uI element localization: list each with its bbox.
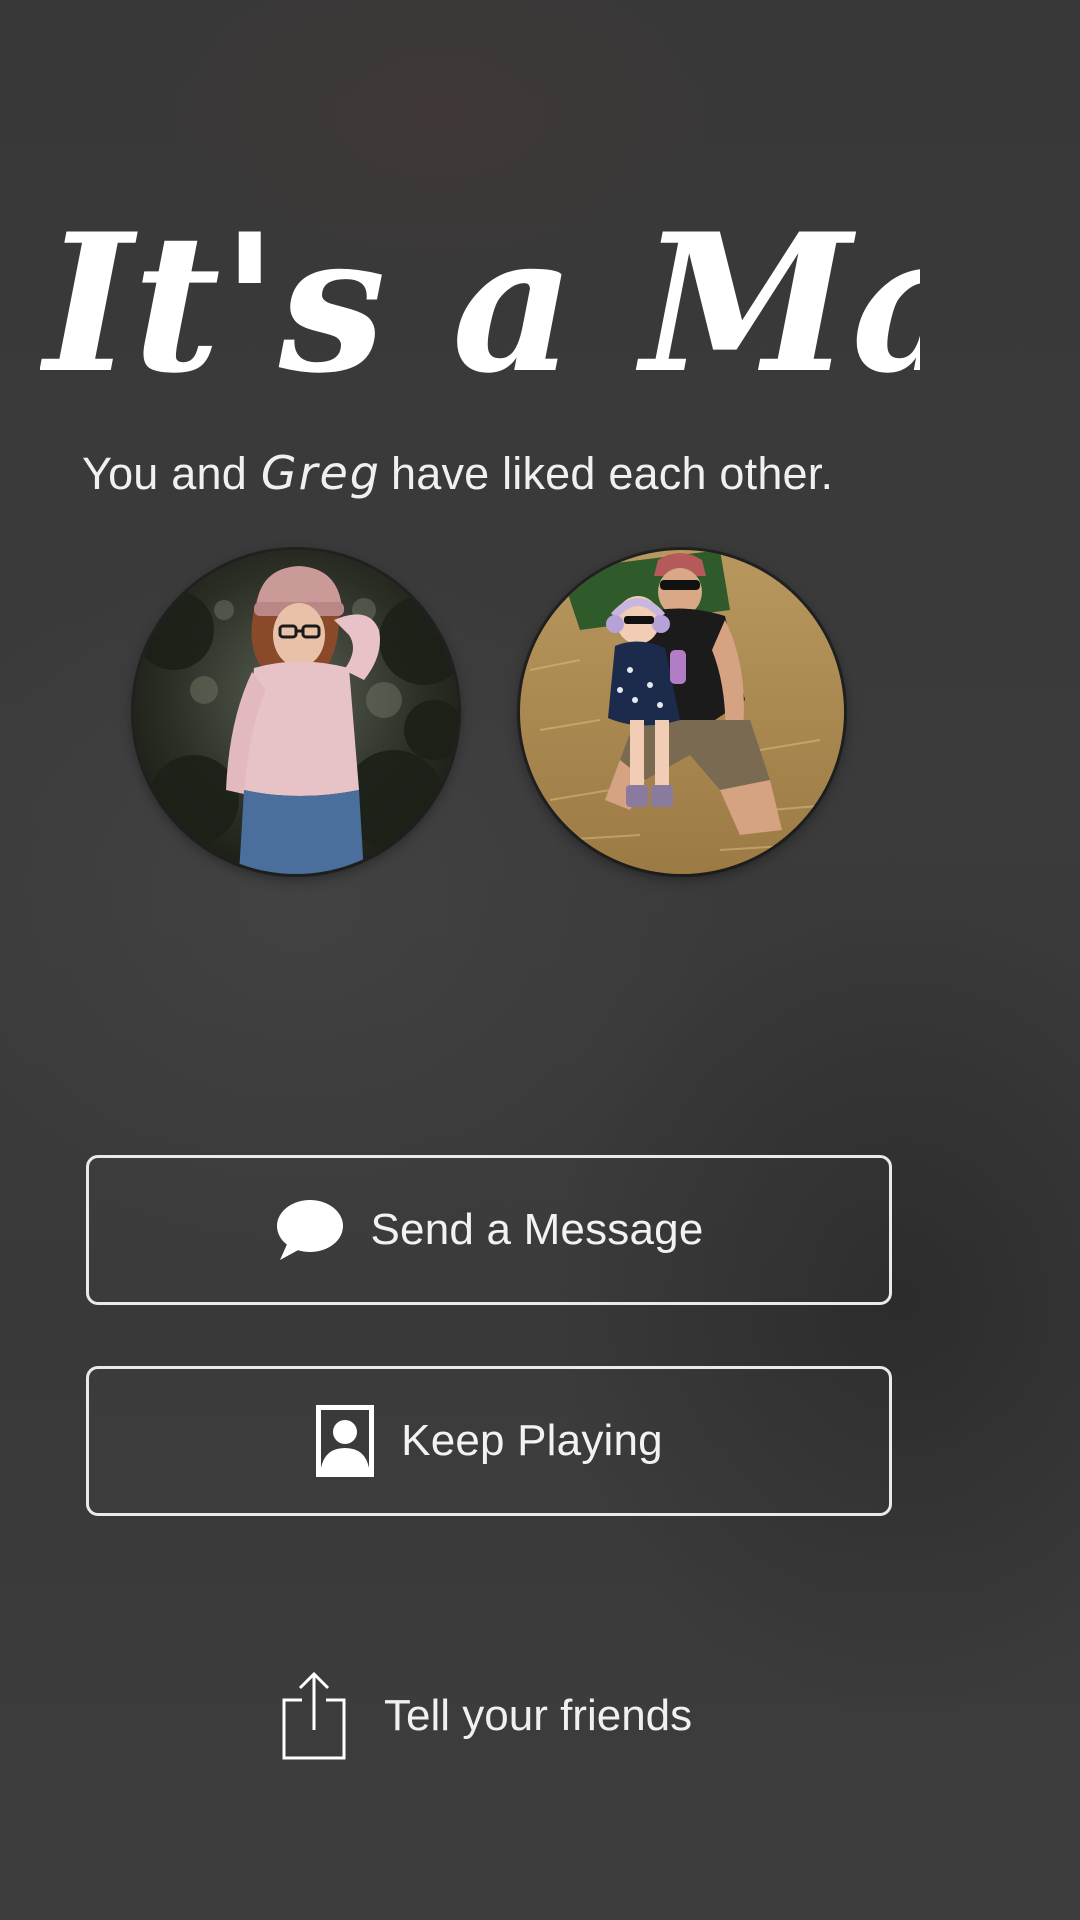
match-subtitle: You and Greg have liked each other. <box>82 446 922 500</box>
tell-friends-link[interactable]: Tell your friends <box>280 1668 692 1764</box>
speech-bubble-icon <box>274 1198 344 1262</box>
match-screen: It's a Match! You and Greghave liked each… <box>0 0 1080 1920</box>
share-icon <box>280 1670 348 1762</box>
match-name: Greg <box>260 446 381 500</box>
match-title: It's a Match! <box>39 165 1080 445</box>
keep-playing-button[interactable]: Keep Playing <box>86 1366 892 1516</box>
profile-photo-man-and-child-icon <box>520 550 844 874</box>
keep-playing-label: Keep Playing <box>401 1416 663 1465</box>
person-card-icon <box>315 1404 375 1478</box>
user-avatar <box>134 550 458 874</box>
tell-friends-label: Tell your friends <box>384 1691 693 1740</box>
match-avatar <box>520 550 844 874</box>
send-message-label: Send a Message <box>370 1205 704 1254</box>
send-message-button[interactable]: Send a Message <box>86 1155 892 1305</box>
match-title-text: It's a Match! <box>40 192 920 415</box>
subtitle-suffix: have liked each other. <box>390 448 834 499</box>
subtitle-prefix: You and <box>82 448 247 499</box>
profile-photo-woman-icon <box>134 550 458 874</box>
